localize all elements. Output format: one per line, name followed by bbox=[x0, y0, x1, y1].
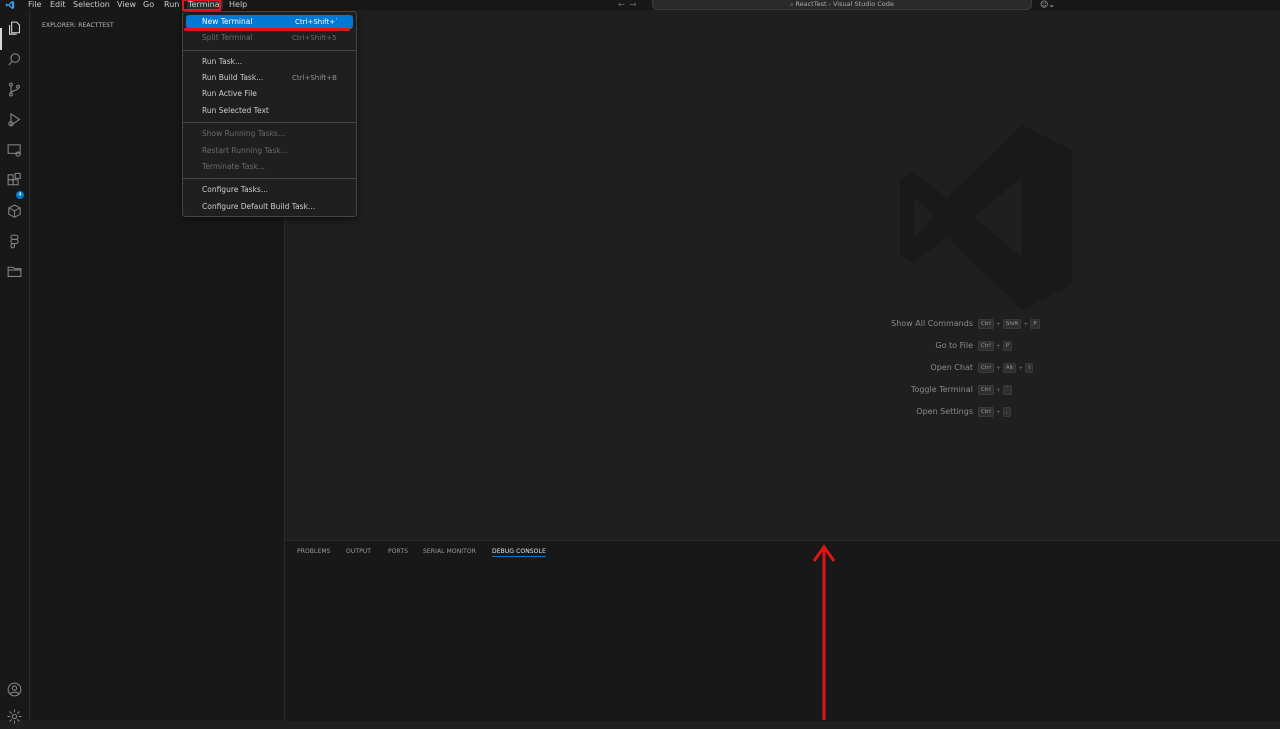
run-debug-icon[interactable] bbox=[6, 111, 23, 128]
nav-arrows: ← → bbox=[618, 0, 637, 10]
menu-item-label: Configure Tasks... bbox=[202, 185, 268, 194]
menu-item-run-selected-text[interactable]: Run Selected Text bbox=[186, 104, 353, 118]
shortcut-row[interactable]: Go to File Ctrl + P bbox=[845, 341, 1265, 353]
shortcut-keys: Ctrl + ` bbox=[978, 385, 1012, 395]
folder-icon[interactable] bbox=[6, 263, 23, 280]
menu-view[interactable]: View bbox=[116, 0, 137, 10]
files-icon[interactable] bbox=[6, 20, 23, 37]
menu-item-label: Terminate Task... bbox=[202, 162, 265, 171]
shortcut-keys: Ctrl +, bbox=[978, 407, 1011, 417]
window-title: ReactTest - Visual Studio Code bbox=[795, 0, 894, 8]
shortcut-label: Toggle Terminal bbox=[910, 385, 973, 394]
menu-separator bbox=[183, 122, 356, 123]
vscode-watermark-icon bbox=[900, 125, 1072, 310]
menu-item-label: Run Build Task... bbox=[202, 73, 264, 82]
annotation-arrow-up-icon bbox=[812, 544, 836, 720]
menu-item-restart-running-task[interactable]: Restart Running Task... bbox=[186, 144, 353, 158]
key: Ctrl bbox=[978, 363, 994, 373]
menu-item-label: Configure Default Build Task... bbox=[202, 202, 316, 211]
key: Shift bbox=[1002, 319, 1022, 329]
shortcut-keys: Ctrl + Alt + I bbox=[978, 363, 1033, 373]
shortcut-row[interactable]: Open Settings Ctrl +, bbox=[845, 407, 1265, 419]
account-icon[interactable] bbox=[6, 681, 23, 698]
menu-separator bbox=[183, 50, 356, 51]
extensions-icon[interactable] bbox=[6, 172, 23, 189]
key: ` bbox=[1002, 385, 1012, 395]
menu-item-shortcut: Ctrl+Shift+5 bbox=[292, 34, 337, 42]
menu-item-configure-tasks[interactable]: Configure Tasks... bbox=[186, 183, 353, 197]
copilot-icon[interactable]: ☺⌄ bbox=[1040, 0, 1055, 10]
terminal-menu-dropdown: New Terminal Ctrl+Shift+` Split Terminal… bbox=[182, 11, 357, 217]
menu-item-run-active-file[interactable]: Run Active File bbox=[186, 87, 353, 101]
menu-file[interactable]: File bbox=[27, 0, 42, 10]
menu-item-terminate-task[interactable]: Terminate Task... bbox=[186, 160, 353, 174]
packages-icon[interactable] bbox=[6, 203, 23, 220]
menu-item-label: Run Task... bbox=[202, 57, 243, 66]
menu-item-label: Run Selected Text bbox=[202, 106, 269, 115]
tab-output[interactable]: OUTPUT bbox=[346, 548, 371, 555]
menu-item-label: Run Active File bbox=[202, 89, 257, 98]
annotation-underline bbox=[184, 28, 350, 31]
editor-area: Show All Commands Ctrl + Shift + P Go to Fil… bbox=[285, 10, 1280, 540]
key: P bbox=[1030, 319, 1040, 329]
tab-serial-monitor[interactable]: SERIAL MONITOR bbox=[423, 548, 476, 555]
source-control-icon[interactable] bbox=[6, 81, 23, 98]
tab-debug-console[interactable]: DEBUG CONSOLE bbox=[492, 548, 546, 557]
shortcut-row[interactable]: Open Chat Ctrl + Alt + I bbox=[845, 363, 1265, 375]
menu-item-shortcut: Ctrl+Shift+` bbox=[295, 18, 339, 26]
extensions-badge: 4 bbox=[16, 191, 24, 199]
menu-item-run-task[interactable]: Run Task... bbox=[186, 55, 353, 69]
tab-ports[interactable]: PORTS bbox=[388, 548, 408, 555]
menu-item-label: Split Terminal bbox=[202, 33, 253, 42]
shortcut-label: Show All Commands bbox=[891, 319, 973, 328]
figma-icon[interactable] bbox=[6, 233, 23, 250]
key: Ctrl bbox=[978, 385, 994, 395]
shortcut-label: Open Chat bbox=[930, 363, 973, 372]
menu-item-new-terminal[interactable]: New Terminal Ctrl+Shift+` bbox=[186, 15, 353, 29]
key: Alt bbox=[1002, 363, 1017, 373]
command-center[interactable]: ⌕ ReactTest - Visual Studio Code bbox=[652, 0, 1032, 10]
back-arrow-icon[interactable]: ← bbox=[618, 0, 625, 9]
search-icon[interactable] bbox=[6, 51, 23, 68]
activity-bar: 4 bbox=[0, 10, 30, 724]
menu-item-configure-default-build-task[interactable]: Configure Default Build Task... bbox=[186, 200, 353, 214]
menu-item-label: Restart Running Task... bbox=[202, 146, 288, 155]
annotation-box bbox=[182, 0, 221, 11]
menu-separator bbox=[183, 178, 356, 179]
active-indicator bbox=[0, 28, 2, 50]
key: Ctrl bbox=[978, 407, 994, 417]
menu-selection[interactable]: Selection bbox=[72, 0, 111, 10]
key: I bbox=[1025, 363, 1033, 373]
menu-item-shortcut: Ctrl+Shift+B bbox=[292, 74, 337, 82]
menu-edit[interactable]: Edit bbox=[49, 0, 67, 10]
remote-explorer-icon[interactable] bbox=[6, 142, 23, 159]
forward-arrow-icon[interactable]: → bbox=[630, 0, 637, 9]
menu-item-label: Show Running Tasks... bbox=[202, 129, 285, 138]
sidebar-title: EXPLORER: REACTTEST bbox=[42, 22, 114, 29]
key: , bbox=[1002, 407, 1011, 417]
menu-item-run-build-task[interactable]: Run Build Task... Ctrl+Shift+B bbox=[186, 71, 353, 85]
key: Ctrl bbox=[978, 341, 994, 351]
key: Ctrl bbox=[978, 319, 994, 329]
shortcut-keys: Ctrl + P bbox=[978, 341, 1013, 351]
settings-gear-icon[interactable] bbox=[6, 708, 23, 725]
bottom-panel: PROBLEMS OUTPUT PORTS SERIAL MONITOR DEB… bbox=[285, 540, 1280, 721]
tab-problems[interactable]: PROBLEMS bbox=[297, 548, 331, 555]
shortcut-keys: Ctrl + Shift + P bbox=[978, 319, 1040, 329]
shortcut-label: Go to File bbox=[935, 341, 973, 350]
vscode-logo-icon bbox=[5, 0, 15, 10]
menu-run[interactable]: Run bbox=[163, 0, 180, 10]
menu-item-split-terminal[interactable]: Split Terminal Ctrl+Shift+5 bbox=[186, 31, 353, 45]
menu-item-show-running-tasks[interactable]: Show Running Tasks... bbox=[186, 127, 353, 141]
shortcut-row[interactable]: Toggle Terminal Ctrl + ` bbox=[845, 385, 1265, 397]
menu-go[interactable]: Go bbox=[142, 0, 155, 10]
shortcut-row[interactable]: Show All Commands Ctrl + Shift + P bbox=[845, 319, 1265, 331]
menu-help[interactable]: Help bbox=[228, 0, 248, 10]
key: P bbox=[1002, 341, 1013, 351]
menu-item-label: New Terminal bbox=[202, 17, 253, 26]
shortcut-label: Open Settings bbox=[916, 407, 973, 416]
